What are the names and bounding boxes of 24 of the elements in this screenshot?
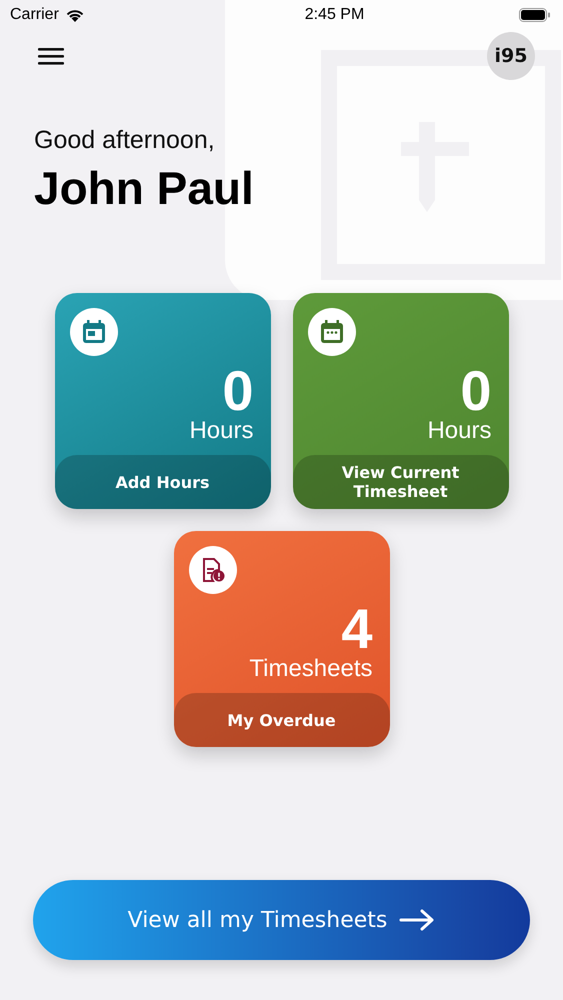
card-count: 0 xyxy=(222,364,254,418)
summary-card[interactable]: 0 Hours Add Hours xyxy=(54,293,270,509)
battery-icon xyxy=(519,8,551,22)
view-all-button[interactable]: View all my Timesheets xyxy=(33,880,530,960)
card-unit: Timesheets xyxy=(249,656,372,682)
card-count: 0 xyxy=(460,364,492,418)
summary-card[interactable]: 4 Timesheets My Overdue xyxy=(174,531,390,747)
arrow-right-icon xyxy=(399,909,436,931)
greeting-text: Good afternoon, xyxy=(34,126,216,155)
menu-button[interactable] xyxy=(38,46,64,66)
card-action-button[interactable]: View Current Timesheet xyxy=(292,455,508,509)
calendar-icon xyxy=(318,319,344,345)
menu-icon xyxy=(38,46,64,66)
user-name: John Paul xyxy=(34,161,255,215)
card-unit: Hours xyxy=(427,418,492,444)
card-count: 4 xyxy=(341,602,372,656)
card-action-button[interactable]: My Overdue xyxy=(174,693,390,747)
status-time: 2:45 PM xyxy=(304,6,366,24)
summary-card[interactable]: 0 Hours View Current Timesheet xyxy=(292,293,508,509)
card-unit: Hours xyxy=(189,418,254,444)
calendar-icon xyxy=(80,319,106,345)
card-action-button[interactable]: Add Hours xyxy=(54,455,270,509)
wifi-icon xyxy=(64,8,85,22)
carrier-label: Carrier xyxy=(10,6,59,24)
